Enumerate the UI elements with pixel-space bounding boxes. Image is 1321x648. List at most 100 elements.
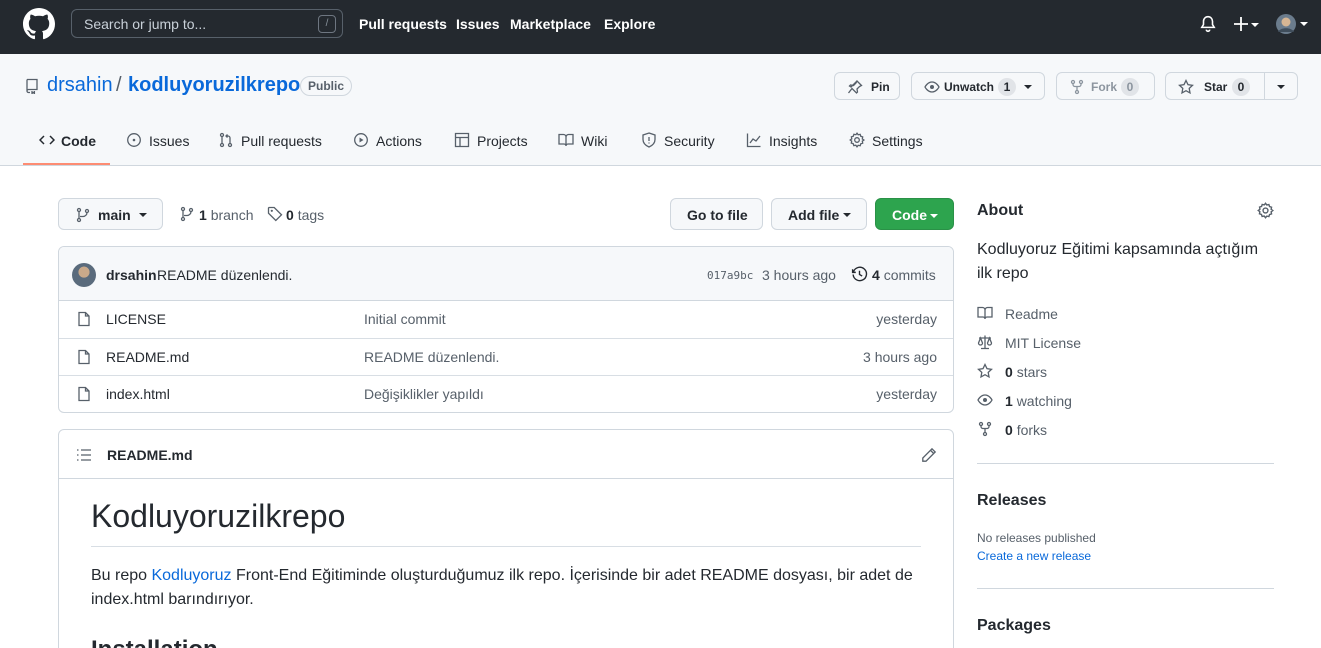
plus-icon[interactable] bbox=[1233, 15, 1259, 33]
file-name[interactable]: index.html bbox=[106, 386, 170, 402]
gear-icon bbox=[849, 132, 865, 148]
eye-icon bbox=[924, 79, 940, 95]
global-header: Search or jump to... / Pull requests Iss… bbox=[0, 0, 1321, 54]
git-branch-icon bbox=[75, 207, 91, 223]
pull-request-icon bbox=[218, 132, 234, 148]
eye-icon bbox=[977, 392, 993, 408]
author-avatar[interactable] bbox=[72, 263, 96, 287]
book-icon bbox=[558, 132, 574, 148]
file-name[interactable]: LICENSE bbox=[106, 311, 166, 327]
file-icon bbox=[76, 349, 92, 365]
readme-text-before-link: Bu repo bbox=[91, 567, 152, 584]
stars-label: stars bbox=[1016, 364, 1048, 380]
file-commit-message[interactable]: Initial commit bbox=[364, 311, 446, 327]
kodluyoruz-link[interactable]: Kodluyoruz bbox=[151, 567, 231, 584]
nav-marketplace[interactable]: Marketplace bbox=[510, 16, 591, 32]
fork-button[interactable]: Fork 0 bbox=[1056, 72, 1155, 100]
unwatch-button[interactable]: Unwatch 1 bbox=[911, 72, 1045, 100]
code-icon bbox=[39, 132, 55, 148]
file-row[interactable]: LICENSE Initial commit yesterday bbox=[59, 301, 953, 338]
code-chevron-icon bbox=[930, 214, 938, 218]
commits-link[interactable]: 4 commits bbox=[872, 267, 936, 283]
file-age: yesterday bbox=[876, 386, 937, 402]
about-heading: About bbox=[977, 202, 1024, 219]
branch-count-label: branch bbox=[210, 207, 254, 223]
readme-subheading: Installation bbox=[91, 636, 218, 648]
nav-issues[interactable]: Issues bbox=[456, 16, 500, 32]
star-icon bbox=[977, 363, 993, 379]
commit-age: 3 hours ago bbox=[762, 267, 836, 283]
tag-icon bbox=[267, 206, 283, 222]
branch-name: main bbox=[98, 207, 131, 223]
pin-icon bbox=[847, 79, 863, 95]
slash-shortcut-badge: / bbox=[318, 15, 336, 33]
bell-icon[interactable] bbox=[1199, 15, 1217, 33]
packages-heading[interactable]: Packages bbox=[977, 617, 1051, 635]
no-releases-text: No releases published bbox=[977, 531, 1096, 545]
watch-count: 1 bbox=[998, 78, 1016, 96]
issue-icon bbox=[126, 132, 142, 148]
releases-heading[interactable]: Releases bbox=[977, 492, 1046, 510]
search-input[interactable]: Search or jump to... / bbox=[71, 9, 343, 38]
tab-insights-label: Insights bbox=[769, 133, 818, 149]
pencil-icon[interactable] bbox=[921, 447, 937, 463]
file-icon bbox=[76, 311, 92, 327]
star-button[interactable]: Star 0 bbox=[1165, 72, 1298, 100]
file-age: 3 hours ago bbox=[863, 349, 937, 365]
active-tab-indicator bbox=[23, 163, 110, 165]
repo-name-link[interactable]: kodluyoruzilkrepo bbox=[128, 74, 300, 97]
watching-label: watching bbox=[1016, 393, 1072, 409]
tag-count-label: tags bbox=[297, 207, 325, 223]
github-logo-icon[interactable] bbox=[23, 8, 55, 40]
add-file-label: Add file bbox=[788, 207, 840, 223]
forks-label: forks bbox=[1016, 422, 1048, 438]
fork-label: Fork bbox=[1091, 80, 1118, 94]
add-file-button[interactable]: Add file bbox=[771, 198, 867, 230]
license-link-label: MIT License bbox=[1005, 335, 1081, 351]
create-release-link[interactable]: Create a new release bbox=[977, 549, 1091, 563]
fork-icon bbox=[1069, 79, 1085, 95]
star-list-chevron-icon[interactable] bbox=[1277, 85, 1285, 89]
fork-icon bbox=[977, 421, 993, 437]
file-list: drsahin README düzenlendi. 017a9bc 3 hou… bbox=[58, 246, 954, 413]
commit-message[interactable]: README düzenlendi. bbox=[157, 267, 292, 283]
repo-owner-link[interactable]: drsahin bbox=[47, 74, 113, 97]
sidebar-divider bbox=[977, 463, 1274, 464]
latest-commit-bar: drsahin README düzenlendi. 017a9bc 3 hou… bbox=[59, 247, 953, 301]
file-row[interactable]: README.md README düzenlendi. 3 hours ago bbox=[59, 338, 953, 375]
branch-count: 1 bbox=[199, 207, 207, 223]
commit-count: 4 bbox=[872, 267, 880, 283]
about-settings-gear-icon[interactable] bbox=[1257, 202, 1274, 219]
file-icon bbox=[76, 386, 92, 402]
nav-explore[interactable]: Explore bbox=[604, 16, 655, 32]
readme-paragraph: Bu repo Kodluyoruz Front-End Eğitiminde … bbox=[91, 564, 921, 612]
about-description: Kodluyoruz Eğitimi kapsamında açtığım il… bbox=[977, 241, 1259, 282]
visibility-badge: Public bbox=[300, 76, 353, 96]
tab-issues-label: Issues bbox=[149, 133, 190, 149]
law-scale-icon bbox=[977, 334, 993, 350]
file-row[interactable]: index.html Değişiklikler yapıldı yesterd… bbox=[59, 375, 953, 412]
code-clone-button[interactable]: Code bbox=[875, 198, 954, 230]
readme-filename[interactable]: README.md bbox=[107, 447, 193, 463]
branch-chevron-down-icon bbox=[139, 213, 147, 217]
branch-select-button[interactable]: main bbox=[58, 198, 163, 230]
branch-count-icon bbox=[179, 206, 195, 222]
book-icon bbox=[977, 305, 993, 321]
history-icon bbox=[851, 266, 868, 283]
play-icon bbox=[353, 132, 369, 148]
search-placeholder: Search or jump to... bbox=[84, 16, 207, 32]
pin-button[interactable]: Pin bbox=[834, 72, 900, 100]
tab-code-label: Code bbox=[61, 133, 96, 149]
file-name[interactable]: README.md bbox=[106, 349, 189, 365]
user-avatar-menu[interactable] bbox=[1276, 14, 1310, 34]
commit-sha[interactable]: 017a9bc bbox=[707, 269, 753, 282]
commit-author[interactable]: drsahin bbox=[106, 267, 157, 283]
readme-header: README.md bbox=[59, 430, 953, 479]
list-unordered-icon[interactable] bbox=[76, 447, 92, 463]
file-commit-message[interactable]: README düzenlendi. bbox=[364, 349, 499, 365]
go-to-file-button[interactable]: Go to file bbox=[670, 198, 763, 230]
readme-panel: README.md Kodluyoruzilkrepo Bu repo Kodl… bbox=[58, 429, 954, 648]
star-count: 0 bbox=[1232, 78, 1250, 96]
nav-pull-requests[interactable]: Pull requests bbox=[359, 16, 447, 32]
file-commit-message[interactable]: Değişiklikler yapıldı bbox=[364, 386, 484, 402]
